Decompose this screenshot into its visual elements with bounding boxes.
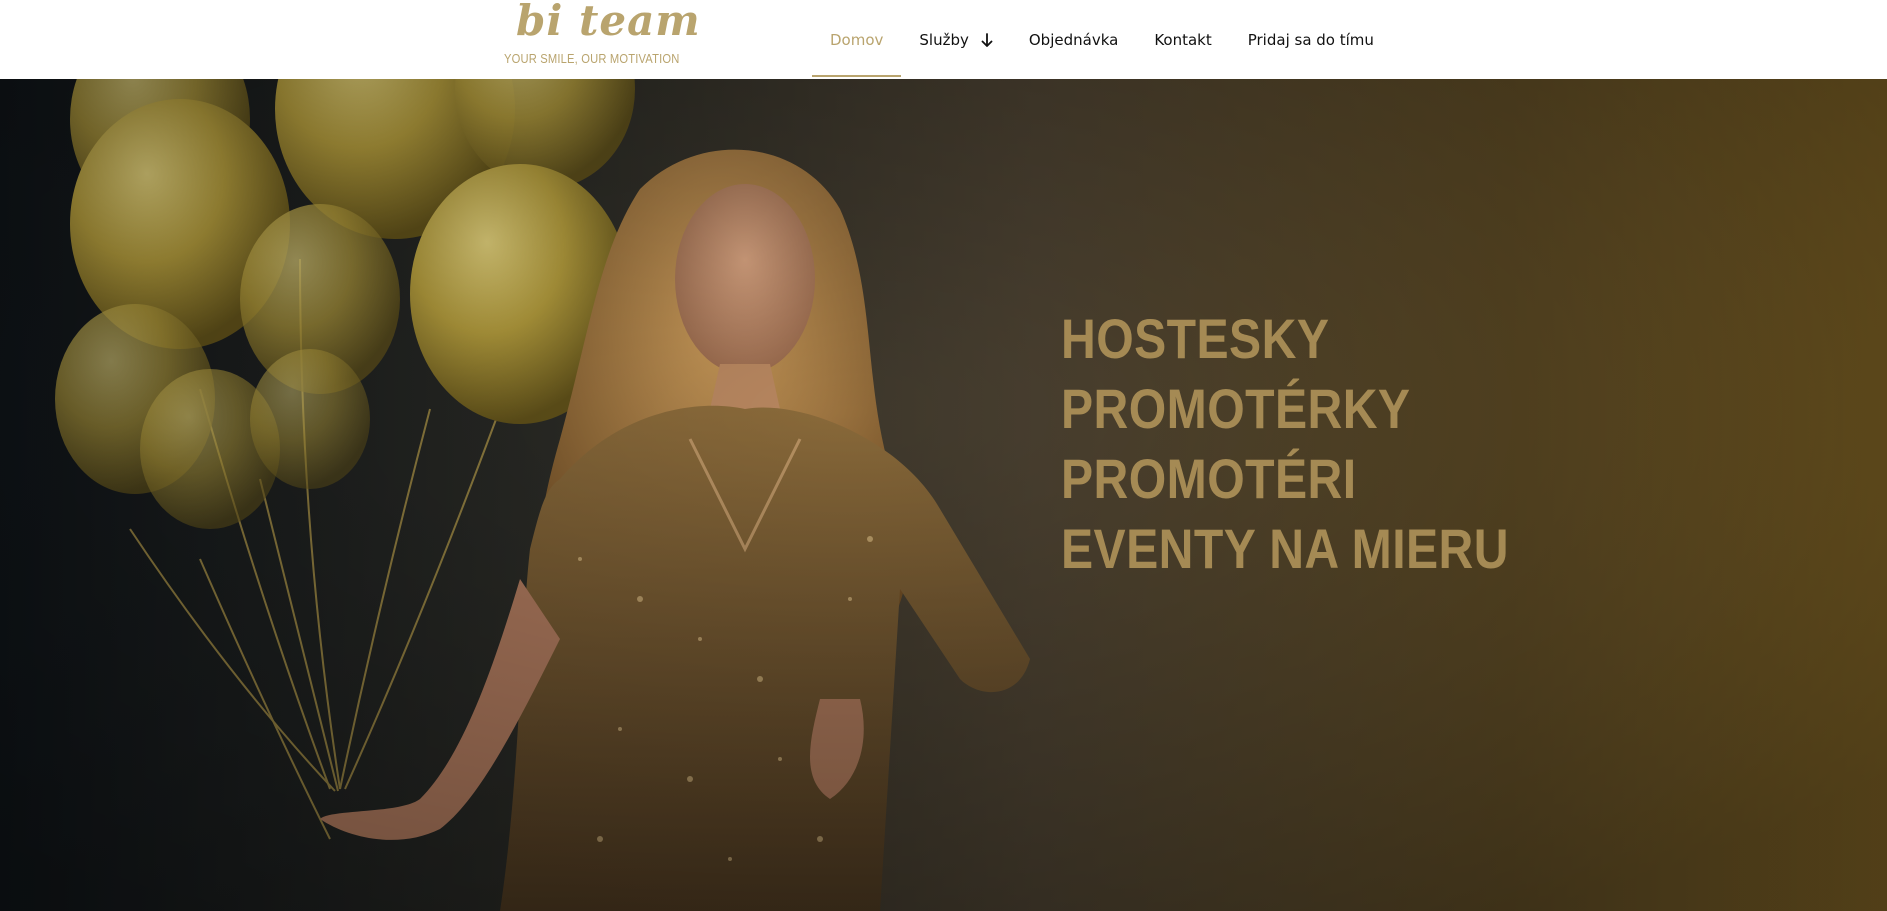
hero-line-hostesky: HOSTESKY: [1061, 307, 1330, 370]
hero-line-promoterky: PROMOTÉRKY: [1061, 377, 1411, 440]
nav-item-label: Kontakt: [1154, 30, 1212, 49]
logo-tagline: YOUR SMILE, OUR MOTIVATION: [504, 51, 680, 66]
nav-item-label: Objednávka: [1028, 30, 1119, 49]
nav-item-pridaj-sa[interactable]: Pridaj sa do tímu: [1230, 0, 1392, 79]
nav-item-objednavka[interactable]: Objednávka: [1011, 0, 1136, 79]
nav-item-label: Domov: [830, 30, 884, 49]
hero-section: HOSTESKY PROMOTÉRKY PROMOTÉRI EVENTY NA …: [0, 79, 1887, 911]
nav-item-kontakt[interactable]: Kontakt: [1136, 0, 1229, 79]
hero-background-image: [0, 79, 1887, 911]
site-header: bi team YOUR SMILE, OUR MOTIVATION Domov…: [0, 0, 1887, 79]
hero-line-eventy: EVENTY NA MIERU: [1061, 517, 1509, 580]
logo-wordmark: bi team: [516, 0, 701, 45]
nav-item-label: Služby: [919, 30, 969, 49]
nav-item-sluzby[interactable]: Služby: [901, 0, 1010, 79]
nav-item-domov[interactable]: Domov: [812, 0, 902, 79]
logo[interactable]: bi team YOUR SMILE, OUR MOTIVATION: [504, 0, 700, 72]
nav-item-label: Pridaj sa do tímu: [1247, 30, 1374, 49]
hero-headline: HOSTESKY PROMOTÉRKY PROMOTÉRI EVENTY NA …: [1061, 304, 1582, 584]
hero-line-promoteri: PROMOTÉRI: [1061, 447, 1357, 510]
arrow-down-icon: [981, 32, 993, 47]
main-nav: Domov Služby Objednávka Kontakt Pridaj s…: [812, 0, 1392, 79]
